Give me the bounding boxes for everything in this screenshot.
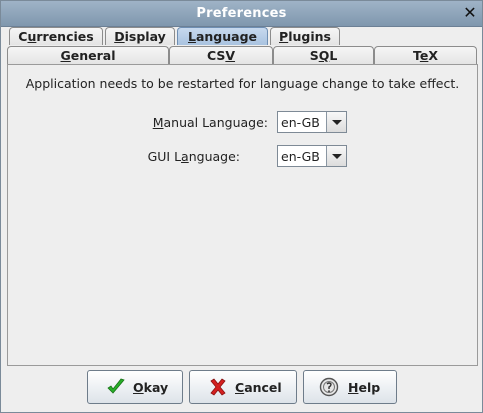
tab-plugins-mnemonic: P [279,29,289,44]
tab-tex[interactable]: TeX [374,46,477,64]
window-title: Preferences [196,6,287,21]
tab-tex-label-a: T [413,48,420,63]
chevron-down-icon[interactable] [326,112,346,132]
gui-language-mnemonic: a [181,149,189,164]
tab-display-mnemonic: D [114,29,125,44]
close-icon[interactable]: ✕ [462,5,478,21]
tab-currencies-label-b: rrencies [36,29,94,44]
tab-language-label-b: anguage [195,29,257,44]
tab-sql-label-b: L [329,48,338,63]
tab-language-mnemonic: L [187,29,196,44]
gui-language-label: GUI Language: [108,149,240,164]
gui-language-label-b: nguage: [188,149,240,164]
manual-language-label: Manual Language: [108,115,268,130]
gui-language-value: en-GB [281,149,320,164]
restart-notice: Application needs to be restarted for la… [25,76,460,91]
gui-language-label-a: GUI L [147,149,182,164]
tab-sql[interactable]: SQL [273,46,374,64]
tab-tex-label-b: X [428,48,438,63]
manual-language-mnemonic: M [152,115,164,130]
cancel-label: Cancel [235,380,282,395]
chevron-down-icon[interactable] [326,146,346,166]
gui-language-select[interactable]: en-GB [277,145,347,167]
tab-display-label-b: isplay [124,29,166,44]
preferences-window: Preferences ✕ Currencies Display Languag… [0,0,483,413]
title-bar[interactable]: Preferences ✕ [1,1,482,27]
help-button[interactable]: Help [303,370,397,404]
tab-currencies[interactable]: Currencies [9,27,103,45]
tab-general[interactable]: General [7,46,169,64]
cross-icon [210,378,226,396]
tab-language[interactable]: Language [177,27,268,45]
tab-plugins[interactable]: Plugins [270,27,340,45]
cancel-button[interactable]: Cancel [189,370,297,404]
tab-general-label-b: eneral [70,48,116,63]
help-label: Help [348,380,381,395]
tab-csv-mnemonic: V [225,48,236,63]
checkmark-icon [107,378,125,394]
help-icon [319,377,339,397]
manual-language-value: en-GB [281,115,320,130]
tab-sql-label-a: S [309,48,319,63]
okay-label: Okay [133,380,169,395]
tab-display[interactable]: Display [105,27,175,45]
tab-sql-mnemonic: Q [318,48,330,63]
okay-button[interactable]: Okay [87,370,183,404]
tab-csv-label-a: CS [206,48,226,63]
manual-language-select[interactable]: en-GB [277,111,347,133]
language-panel: Application needs to be restarted for la… [7,64,478,366]
tab-plugins-label-b: lugins [288,29,331,44]
tab-csv[interactable]: CSV [169,46,273,64]
tab-general-mnemonic: G [60,48,71,63]
manual-language-label-text: anual Language: [163,115,268,130]
